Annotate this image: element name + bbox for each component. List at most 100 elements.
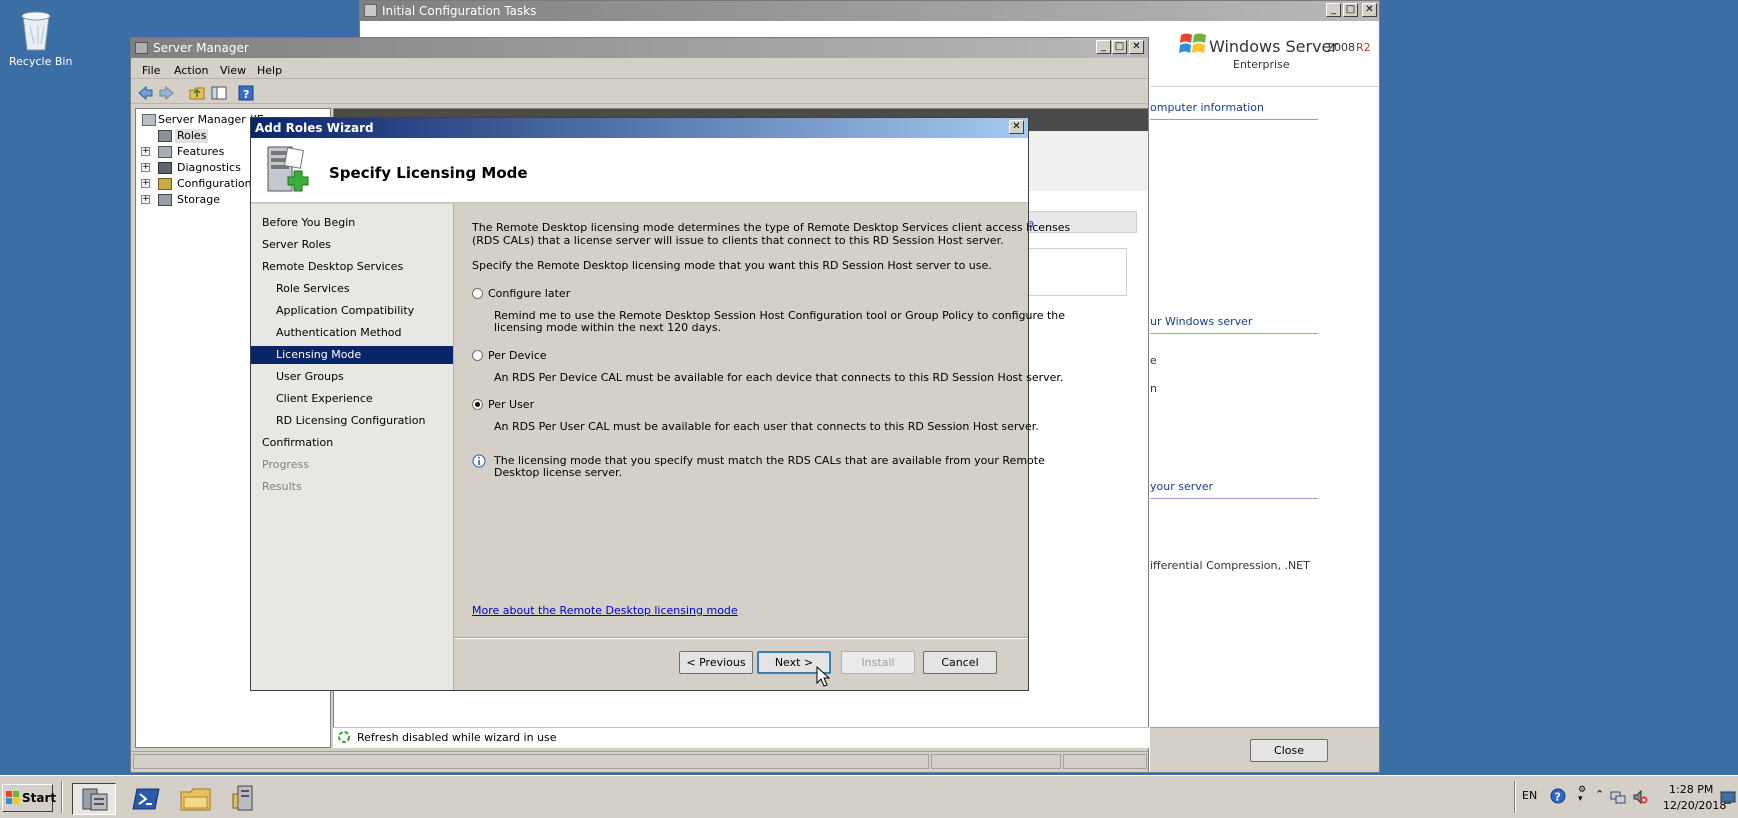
windows-logo-icon [1179,33,1206,53]
tree-root-icon [142,114,156,126]
config-titlebar[interactable]: Initial Configuration Tasks [360,1,1379,21]
close-icon[interactable]: ✕ [1129,40,1144,54]
section-divider [1150,333,1318,334]
per-user-label[interactable]: Per User [488,399,534,411]
brand-version: 2008 [1327,41,1355,54]
wizard-nav: Before You Begin Server Roles Remote Des… [251,204,454,690]
previous-button[interactable]: < Previous [679,651,753,674]
per-device-label[interactable]: Per Device [488,350,547,362]
server-config-icon [232,785,253,811]
clock-time[interactable]: 1:28 PM [1669,784,1713,796]
refresh-icon [338,731,350,743]
menu-file[interactable]: File [142,64,160,78]
recycle-bin-label: Recycle Bin [9,55,73,68]
more-info-link[interactable]: More about the Remote Desktop licensing … [472,605,738,617]
nav-item-authentication-method[interactable]: Authentication Method [251,324,453,342]
tree-diagnostics-icon [158,162,172,174]
server-manager-icon [82,788,108,811]
server-add-icon [267,146,309,192]
tree-item-storage[interactable]: Storage [177,193,220,207]
volume-muted-icon[interactable] [1632,789,1648,805]
taskbar-explorer[interactable] [174,783,218,815]
expand-icon[interactable]: + [141,147,150,156]
nav-item-user-groups[interactable]: User Groups [251,368,453,386]
nav-item-remote-desktop-services[interactable]: Remote Desktop Services [251,258,453,276]
tree-item-configuration[interactable]: Configuration [177,177,252,191]
menu-help[interactable]: Help [257,64,282,78]
forward-arrow-icon[interactable] [159,85,175,101]
expand-icon[interactable]: + [141,163,150,172]
status-panel [133,754,929,769]
menu-view[interactable]: View [220,64,246,78]
help-icon[interactable]: ? [1550,788,1566,804]
wizard-titlebar[interactable]: Add Roles Wizard [251,118,1028,138]
radio-per-user[interactable] [472,399,483,410]
ime-icon[interactable]: ⚙ ▾ [1578,786,1586,804]
tree-item-roles[interactable]: Roles [175,129,209,143]
section-your-server[interactable]: your server [1150,481,1213,493]
per-device-desc: An RDS Per Device CAL must be available … [494,371,1064,384]
show-desktop-icon[interactable] [1720,791,1736,805]
status-text: Refresh disabled while wizard in use [357,731,557,744]
close-icon[interactable]: ✕ [1362,3,1377,17]
expand-icon[interactable]: + [141,179,150,188]
nav-item-client-experience[interactable]: Client Experience [251,390,453,408]
intro-text-line1: The Remote Desktop licensing mode determ… [472,221,1071,234]
nav-item-confirmation[interactable]: Confirmation [251,434,453,452]
per-user-desc: An RDS Per User CAL must be available fo… [494,420,1039,433]
nav-item-licensing-mode[interactable]: Licensing Mode [251,346,453,364]
fragment-text: n [1150,382,1157,395]
nav-item-before-you-begin[interactable]: Before You Begin [251,214,453,232]
brand-edition: Enterprise [1233,58,1290,71]
tree-roles-icon [158,130,172,142]
config-app-icon [364,4,377,17]
close-icon[interactable]: ✕ [1009,120,1024,134]
tree-root[interactable]: Server Manager (IE [158,113,264,127]
help-icon[interactable]: ? [238,85,254,101]
radio-per-device[interactable] [472,350,483,361]
svg-text:?: ? [1555,791,1561,804]
info-text-line2: Desktop license server. [494,466,623,479]
start-button[interactable]: Start [2,784,56,812]
nav-item-application-compatibility[interactable]: Application Compatibility [251,302,453,320]
network-icon[interactable] [1610,789,1626,805]
tree-item-diagnostics[interactable]: Diagnostics [177,161,241,175]
show-hide-tree-icon[interactable] [211,85,227,101]
add-roles-wizard: Add Roles Wizard ✕ Specify Licensing Mod… [250,117,1070,691]
nav-item-rd-licensing-configuration[interactable]: RD Licensing Configuration [251,412,453,430]
radio-configure-later[interactable] [472,288,483,299]
expand-icon[interactable]: + [141,195,150,204]
menu-action[interactable]: Action [174,64,208,78]
taskbar-powershell[interactable] [124,783,168,815]
minimize-button[interactable]: _ [1326,3,1341,17]
up-folder-icon[interactable] [189,85,205,101]
language-indicator[interactable]: EN [1522,790,1537,802]
taskbar-wizard[interactable] [224,783,268,815]
tray-expand-icon[interactable]: ⌃ [1595,789,1604,801]
maximize-button[interactable]: □ [1343,3,1358,17]
server-manager-titlebar[interactable]: Server Manager [131,38,1148,58]
back-arrow-icon[interactable] [137,85,153,101]
section-divider [1150,119,1318,120]
taskbar-separator [61,781,63,813]
nav-item-server-roles[interactable]: Server Roles [251,236,453,254]
tree-item-features[interactable]: Features [177,145,224,159]
maximize-button[interactable]: □ [1112,40,1127,54]
fragment-text: e [1150,354,1157,367]
configure-later-label[interactable]: Configure later [488,288,570,300]
server-manager-title: Server Manager [153,41,249,55]
clock-date[interactable]: 12/20/2018 [1663,800,1726,812]
config-banner: Windows Server 2008 R2 Enterprise [1150,21,1379,87]
section-windows-server[interactable]: ur Windows server [1150,316,1252,328]
section-computer-info[interactable]: omputer information [1150,102,1264,114]
folder-icon [180,788,211,811]
recycle-bin[interactable]: Recycle Bin [6,4,72,70]
minimize-button[interactable]: _ [1096,40,1111,54]
nav-item-role-services[interactable]: Role Services [251,280,453,298]
cancel-button[interactable]: Cancel [923,651,997,674]
close-button[interactable]: Close [1250,739,1328,762]
section-divider [1150,498,1318,499]
info-icon [472,454,486,468]
taskbar-server-manager[interactable] [72,783,116,815]
svg-text:?: ? [243,88,249,101]
